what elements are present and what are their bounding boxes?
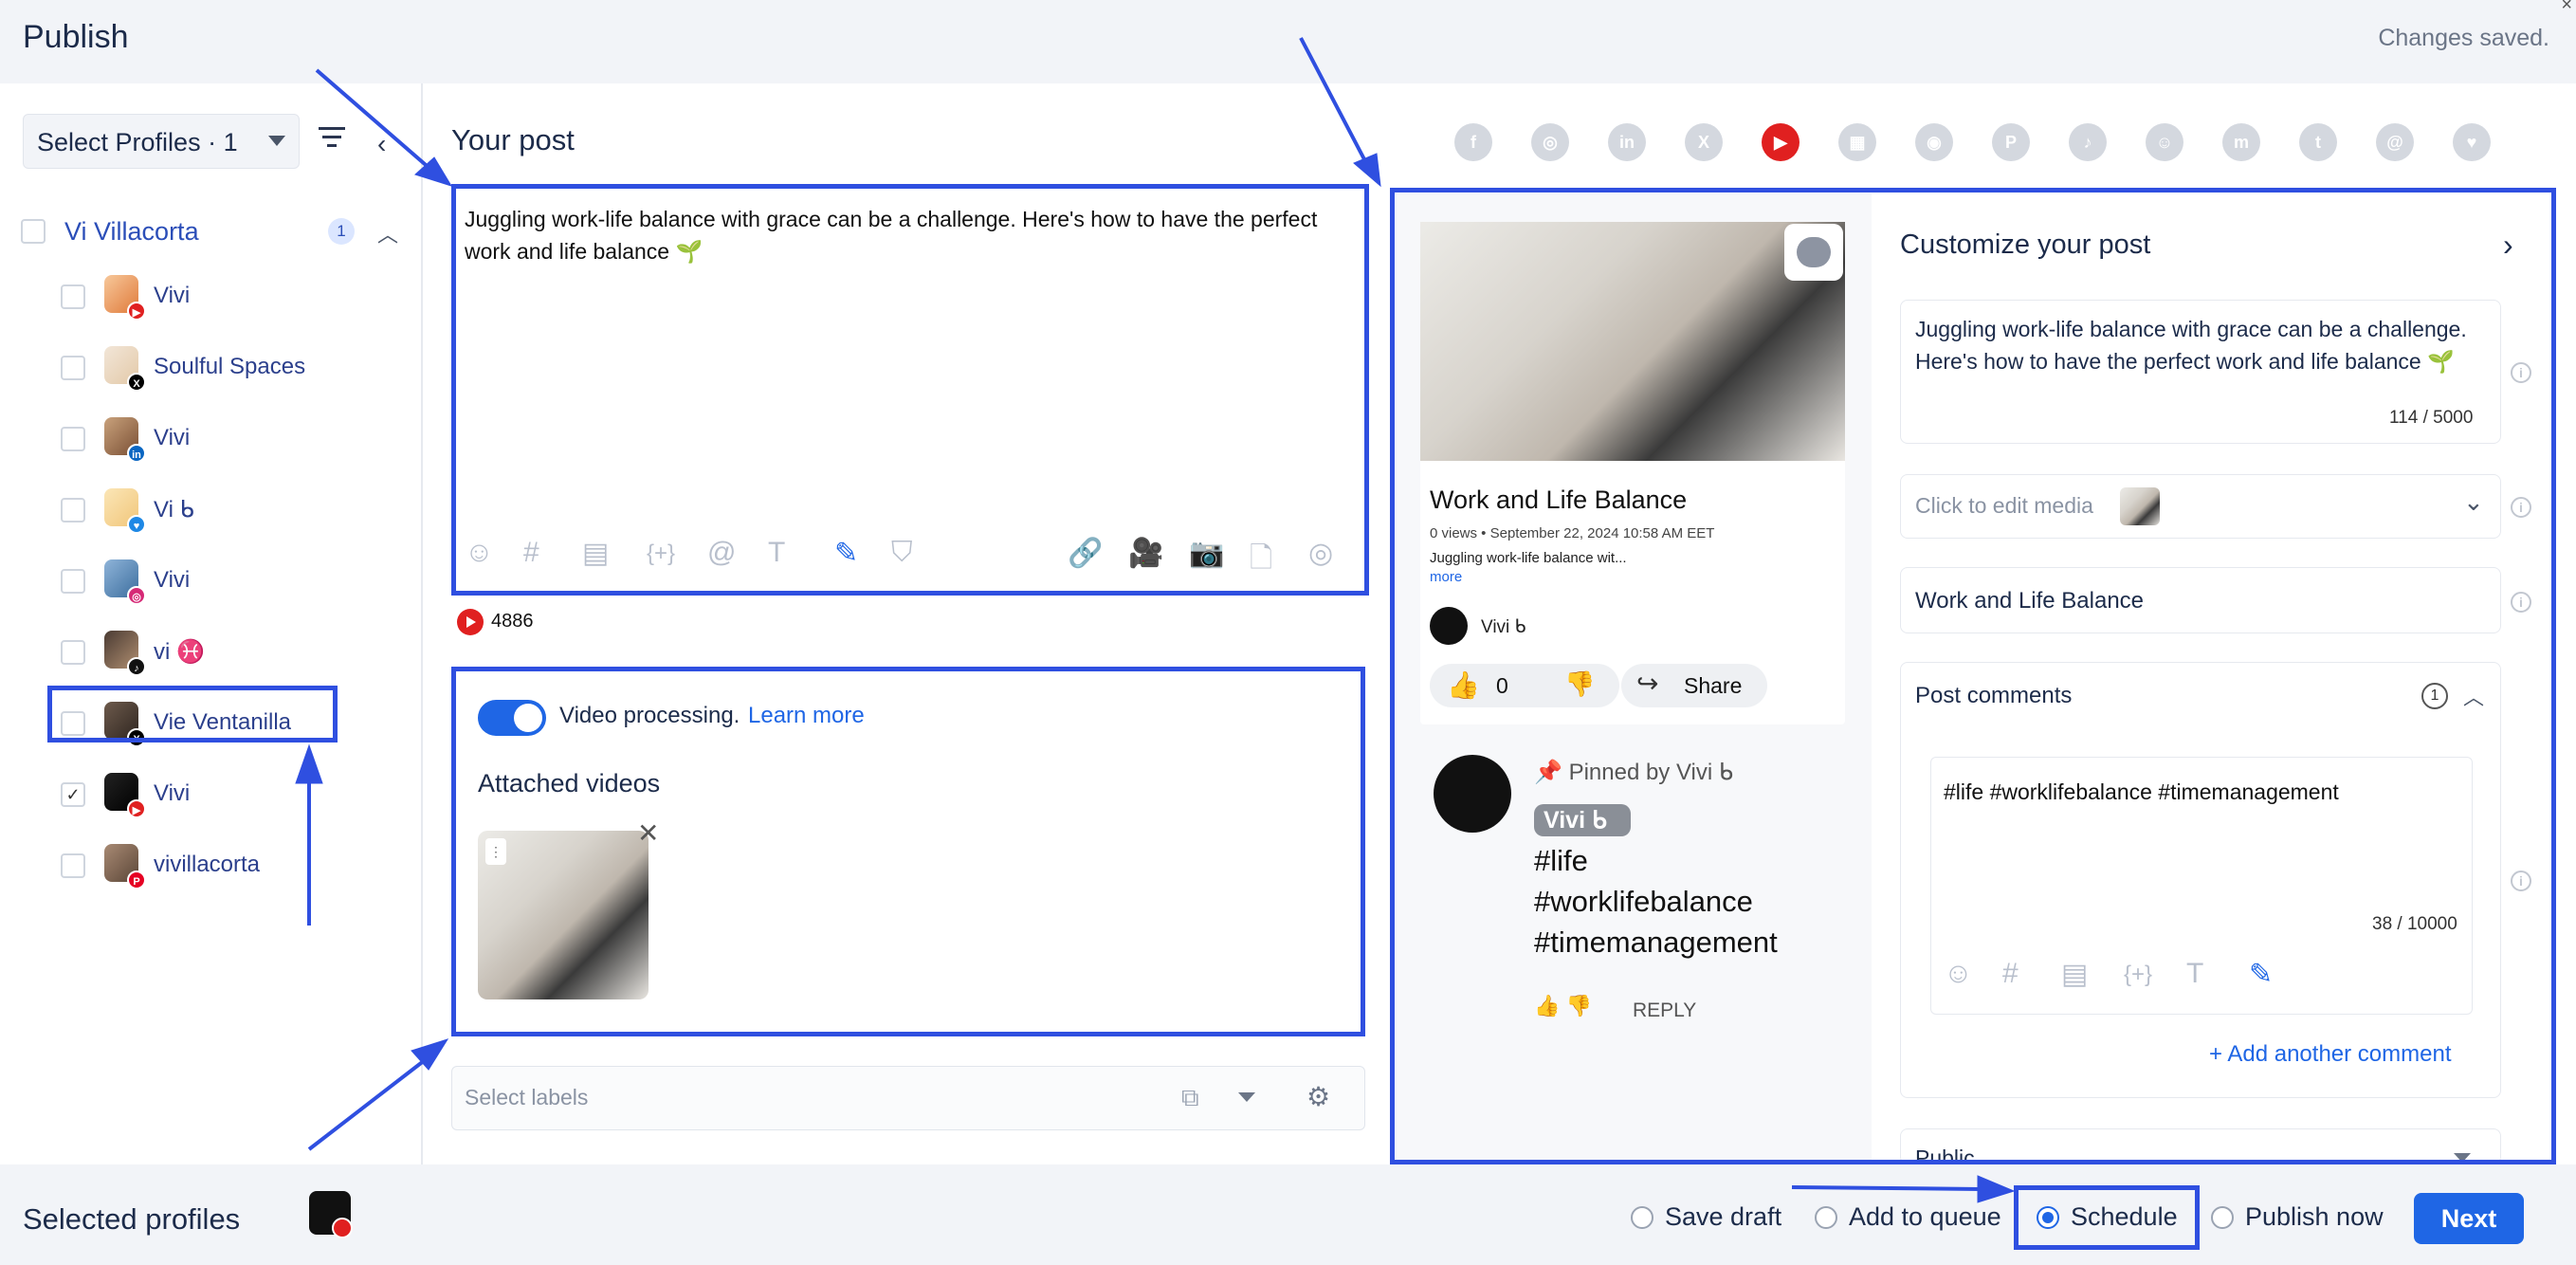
annotation-arrows [295,37,2016,1203]
